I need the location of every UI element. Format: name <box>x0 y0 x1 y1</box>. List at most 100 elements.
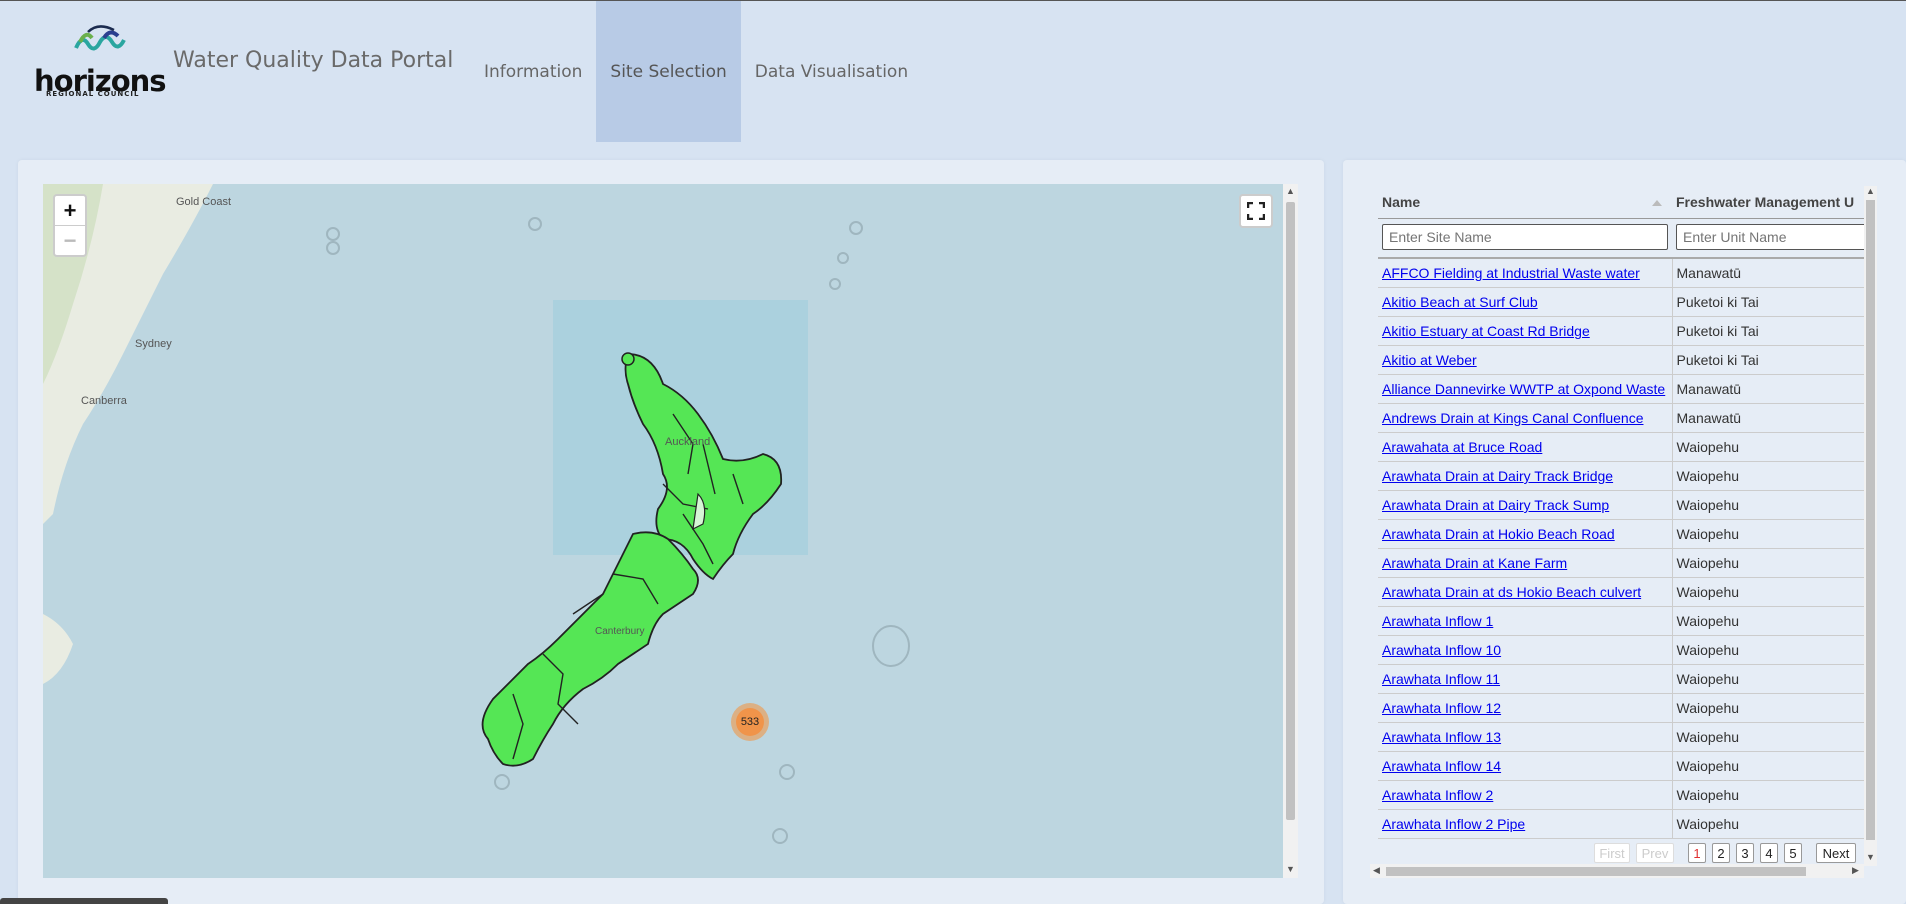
table-row: Arawhata Drain at Kane Farm Waiopehu <box>1378 548 1864 578</box>
site-link[interactable]: Arawhata Drain at ds Hokio Beach culvert <box>1382 584 1641 600</box>
zoom-in-button[interactable]: + <box>55 196 85 225</box>
map-view[interactable]: Gold Coast Sydney Canberra Auckland Cant… <box>43 184 1283 878</box>
site-name-cell: Alliance Dannevirke WWTP at Oxpond Waste <box>1378 374 1673 404</box>
cluster-count: 533 <box>736 708 764 736</box>
table-scroll-up-icon[interactable]: ▲ <box>1866 186 1875 196</box>
table-row: Arawhata Drain at Dairy Track Bridge Waio… <box>1378 461 1864 491</box>
site-name-cell: Arawhata Drain at Dairy Track Sump <box>1378 490 1673 520</box>
site-link[interactable]: Arawhata Drain at Kane Farm <box>1382 555 1567 571</box>
prev-page-button[interactable]: Prev <box>1636 843 1674 863</box>
management-unit-cell: Waiopehu <box>1672 548 1864 578</box>
top-border <box>0 0 1906 1</box>
map-label-auckland: Auckland <box>665 436 711 448</box>
table-row: Arawhata Drain at Dairy Track Sump Waiope… <box>1378 490 1864 520</box>
scroll-up-icon[interactable]: ▲ <box>1286 186 1295 196</box>
site-name-cell: Arawhata Inflow 1 <box>1378 606 1673 636</box>
sort-asc-icon <box>1652 200 1662 206</box>
site-link[interactable]: Arawhata Inflow 13 <box>1382 729 1501 745</box>
management-unit-cell: Manawatū <box>1672 258 1864 288</box>
management-unit-cell: Waiopehu <box>1672 577 1864 607</box>
site-name-cell: Arawhata Inflow 12 <box>1378 693 1673 723</box>
management-unit-cell: Waiopehu <box>1672 664 1864 694</box>
page-button-5[interactable]: 5 <box>1784 843 1802 863</box>
site-link[interactable]: Arawhata Inflow 10 <box>1382 642 1501 658</box>
table-horizontal-scrollbar[interactable]: ◀ ▶ <box>1370 864 1864 878</box>
site-link[interactable]: Arawhata Inflow 1 <box>1382 613 1493 629</box>
site-link[interactable]: Akitio at Weber <box>1382 352 1477 368</box>
tab-data-visualisation[interactable]: Data Visualisation <box>741 1 922 142</box>
site-name-cell: Arawhata Inflow 11 <box>1378 664 1673 694</box>
tab-site-selection[interactable]: Site Selection <box>596 1 741 142</box>
site-cluster-marker[interactable]: 533 <box>731 703 769 741</box>
sites-table: Name Freshwater Management U AFFCO Field… <box>1378 186 1864 839</box>
site-name-cell: Akitio Beach at Surf Club <box>1378 287 1673 317</box>
column-header-unit[interactable]: Freshwater Management U <box>1672 186 1864 219</box>
management-unit-cell: Waiopehu <box>1672 606 1864 636</box>
management-unit-cell: Puketoi ki Tai <box>1672 287 1864 317</box>
tab-information[interactable]: Information <box>470 1 596 142</box>
table-row: Akitio Estuary at Coast Rd Bridge Puketoi… <box>1378 316 1864 346</box>
site-link[interactable]: Arawhata Inflow 2 Pipe <box>1382 816 1525 832</box>
management-unit-cell: Puketoi ki Tai <box>1672 345 1864 375</box>
site-link[interactable]: AFFCO Fielding at Industrial Waste water <box>1382 265 1640 281</box>
management-unit-cell: Waiopehu <box>1672 461 1864 491</box>
table-vertical-scrollbar[interactable]: ▲ ▼ <box>1864 186 1877 866</box>
site-link[interactable]: Akitio Beach at Surf Club <box>1382 294 1538 310</box>
management-unit-cell: Waiopehu <box>1672 809 1864 839</box>
fullscreen-button[interactable] <box>1239 194 1273 228</box>
page-button-4[interactable]: 4 <box>1760 843 1778 863</box>
site-name-cell: Arawahata at Bruce Road <box>1378 432 1673 462</box>
scroll-down-icon[interactable]: ▼ <box>1286 864 1295 874</box>
site-link[interactable]: Arawhata Inflow 14 <box>1382 758 1501 774</box>
table-row: Alliance Dannevirke WWTP at Oxpond Waste… <box>1378 374 1864 404</box>
site-link[interactable]: Arawhata Drain at Dairy Track Sump <box>1382 497 1609 513</box>
site-name-filter-input[interactable] <box>1382 224 1668 250</box>
map-scrollbar[interactable]: ▲ ▼ <box>1283 184 1298 878</box>
site-name-cell: Arawhata Drain at Dairy Track Bridge <box>1378 461 1673 491</box>
logo-waves-icon <box>74 25 126 51</box>
site-name-cell: Akitio Estuary at Coast Rd Bridge <box>1378 316 1673 346</box>
site-link[interactable]: Andrews Drain at Kings Canal Confluence <box>1382 410 1643 426</box>
site-link[interactable]: Arawhata Inflow 12 <box>1382 700 1501 716</box>
table-vertical-scroll-thumb[interactable] <box>1866 200 1875 840</box>
site-link[interactable]: Alliance Dannevirke WWTP at Oxpond Waste <box>1382 381 1665 397</box>
page-button-2[interactable]: 2 <box>1712 843 1730 863</box>
management-unit-cell: Waiopehu <box>1672 751 1864 781</box>
map-label-canberra: Canberra <box>81 395 127 407</box>
management-unit-cell: Waiopehu <box>1672 780 1864 810</box>
page-button-1[interactable]: 1 <box>1688 843 1706 863</box>
table-horizontal-scroll-thumb[interactable] <box>1386 867 1806 876</box>
table-scroll-right-icon[interactable]: ▶ <box>1852 865 1859 876</box>
site-name-cell: Arawhata Inflow 10 <box>1378 635 1673 665</box>
pagination: First Prev 1 2 3 4 5 Next <box>1378 838 1864 866</box>
site-name-cell: Arawhata Drain at Hokio Beach Road <box>1378 519 1673 549</box>
zoom-control: + − <box>53 194 87 257</box>
table-row: AFFCO Fielding at Industrial Waste water… <box>1378 258 1864 288</box>
unit-name-filter-input[interactable] <box>1676 224 1864 250</box>
logo-subtext: REGIONAL COUNCIL <box>46 90 140 98</box>
site-link[interactable]: Arawhata Drain at Hokio Beach Road <box>1382 526 1615 542</box>
site-link[interactable]: Arawhata Drain at Dairy Track Bridge <box>1382 468 1613 484</box>
management-unit-cell: Waiopehu <box>1672 635 1864 665</box>
table-row: Arawhata Drain at ds Hokio Beach culvert… <box>1378 577 1864 607</box>
site-name-cell: Arawhata Inflow 13 <box>1378 722 1673 752</box>
site-link[interactable]: Arawahata at Bruce Road <box>1382 439 1542 455</box>
management-unit-cell: Manawatū <box>1672 403 1864 433</box>
site-link[interactable]: Akitio Estuary at Coast Rd Bridge <box>1382 323 1590 339</box>
site-link[interactable]: Arawhata Inflow 2 <box>1382 787 1493 803</box>
map-basemap <box>43 184 910 844</box>
page-button-3[interactable]: 3 <box>1736 843 1754 863</box>
map-scroll-thumb[interactable] <box>1286 202 1295 820</box>
management-unit-cell: Waiopehu <box>1672 519 1864 549</box>
table-scroll-left-icon[interactable]: ◀ <box>1373 865 1380 876</box>
column-header-name[interactable]: Name <box>1378 186 1672 219</box>
next-page-button[interactable]: Next <box>1816 843 1856 863</box>
zoom-out-button[interactable]: − <box>55 225 85 255</box>
site-link[interactable]: Arawhata Inflow 11 <box>1382 671 1500 687</box>
first-page-button[interactable]: First <box>1594 843 1630 863</box>
map-label-canterbury: Canterbury <box>595 626 645 637</box>
table-scroll-down-icon[interactable]: ▼ <box>1866 852 1875 862</box>
site-name-cell: Arawhata Drain at Kane Farm <box>1378 548 1673 578</box>
management-unit-cell: Puketoi ki Tai <box>1672 316 1864 346</box>
table-row: Akitio Beach at Surf Club Puketoi ki Tai <box>1378 287 1864 317</box>
